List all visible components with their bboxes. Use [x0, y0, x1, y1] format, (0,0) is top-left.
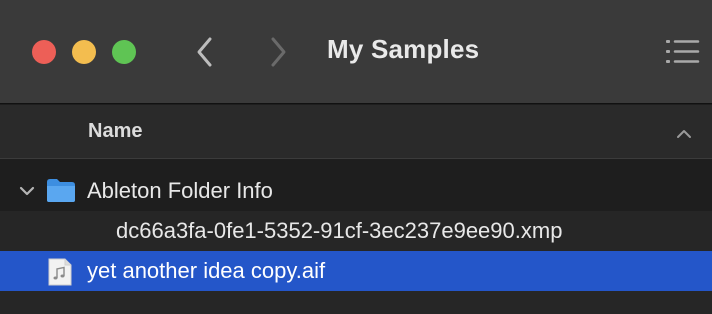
audio-file-icon [48, 258, 72, 286]
chevron-left-icon [197, 37, 212, 67]
file-name: yet another idea copy.aif [87, 258, 326, 283]
folder-icon [46, 177, 76, 203]
disclosure-triangle[interactable] [18, 184, 36, 198]
chevron-up-icon [677, 130, 691, 138]
file-list: Ableton Folder Info dc66a3fa-0fe1-5352-9… [0, 160, 712, 314]
empty-row [0, 291, 712, 314]
column-header: Name [0, 105, 712, 159]
minimize-window-button[interactable] [72, 40, 96, 64]
close-window-button[interactable] [32, 40, 56, 64]
list-item[interactable]: Ableton Folder Info [0, 171, 712, 211]
file-name: dc66a3fa-0fe1-5352-91cf-3ec237e9ee90.xmp [116, 218, 563, 243]
name-column-header[interactable]: Name [88, 120, 142, 143]
window-title: My Samples [327, 34, 480, 64]
back-button[interactable] [188, 34, 222, 70]
view-options-button[interactable] [664, 37, 700, 67]
file-name: Ableton Folder Info [87, 178, 273, 203]
list-item-selected[interactable]: yet another idea copy.aif [0, 251, 712, 291]
window-titlebar: My Samples [0, 0, 712, 104]
list-item[interactable]: dc66a3fa-0fe1-5352-91cf-3ec237e9ee90.xmp [0, 211, 712, 251]
forward-button[interactable] [262, 34, 296, 70]
zoom-window-button[interactable] [112, 40, 136, 64]
list-view-icon [666, 40, 700, 63]
chevron-down-icon [19, 186, 35, 196]
sort-toggle[interactable] [674, 127, 694, 141]
chevron-right-icon [271, 37, 286, 67]
